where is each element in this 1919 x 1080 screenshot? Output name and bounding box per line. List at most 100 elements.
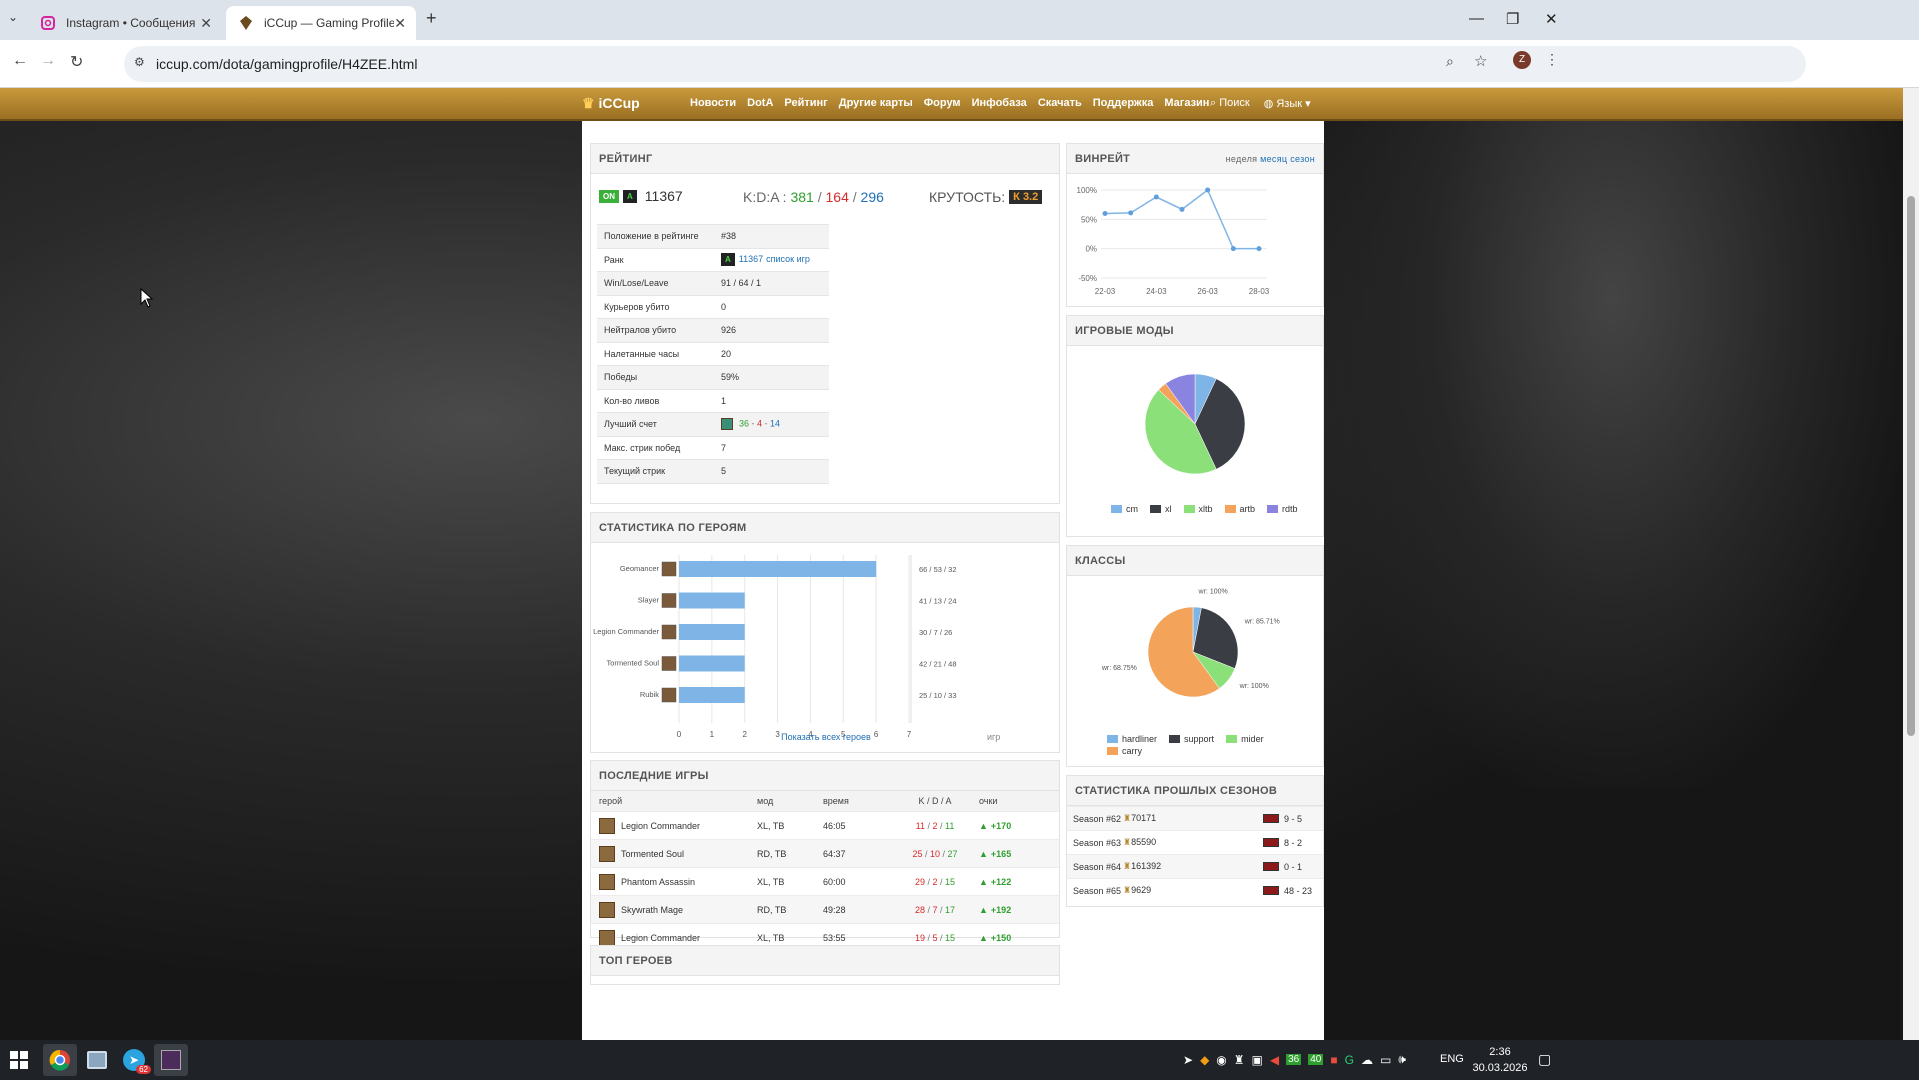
site-nav-item[interactable]: DotA [747,97,773,109]
back-icon[interactable]: ← [12,52,28,70]
season-score: 8 - 2 [1284,837,1303,848]
game-kda: 29 / 2 / 15 [899,877,971,887]
hero-bar-tormented-soul[interactable] [679,655,745,672]
legend-item[interactable]: xl [1150,504,1172,514]
winrate-point[interactable] [1179,206,1185,212]
season-score: 9 - 5 [1284,813,1303,824]
language-indicator[interactable]: ENG [1440,1053,1464,1065]
network-icon[interactable]: ▭ [1380,1053,1391,1067]
period-week[interactable]: неделя [1226,154,1258,164]
tray-app-icon[interactable]: ☁ [1361,1053,1373,1067]
hero-bar-slayer[interactable] [679,592,745,609]
hero-portrait-icon [599,845,615,862]
winrate-y-tick: 50% [1081,215,1097,224]
recent-game-row[interactable]: Legion Commander XL, TB 46:05 11 / 2 / 11 ▲ +… [591,811,1059,839]
recent-game-row[interactable]: Skywrath Mage RD, TB 49:28 28 / 7 / 17 ▲ +192 [591,895,1059,923]
site-nav-item[interactable]: Скачать [1038,97,1082,109]
tray-app-icon[interactable]: ▣ [1252,1053,1263,1067]
tray-temp-icon[interactable]: 40 [1308,1054,1324,1065]
points-value: +192 [990,904,1012,915]
tab-instagram[interactable]: Instagram • Сообщения ✕ [28,6,222,40]
site-search-link[interactable]: ⌕ Поиск [1210,97,1250,110]
winrate-point[interactable] [1102,210,1108,216]
hero-name[interactable]: Legion Commander [621,821,700,831]
close-icon[interactable]: ✕ [200,15,212,32]
tray-app-icon[interactable]: ♜ [1234,1053,1245,1067]
legend-item[interactable]: carry [1107,746,1142,756]
games-list-link[interactable]: список игр [766,254,810,264]
legend-item[interactable]: artb [1224,504,1255,514]
season-score: 0 - 1 [1284,861,1303,872]
notifications-icon[interactable]: ▢ [1538,1051,1551,1068]
close-icon[interactable]: ✕ [394,15,406,32]
winrate-point[interactable] [1256,246,1262,252]
telegram-tray-icon[interactable]: ➤ [1183,1053,1193,1067]
hero-name[interactable]: Tormented Soul [621,849,684,859]
tab-search-button[interactable]: ⌄ [8,10,18,24]
tray-app-icon[interactable]: ■ [1330,1053,1337,1067]
hero-bar-legion-commander[interactable] [679,624,745,640]
language-dropdown[interactable]: ◍ Язык ▾ [1264,97,1311,110]
legend-item[interactable]: hardliner [1107,734,1157,744]
profile-avatar[interactable]: Z [1513,51,1531,69]
hero-portrait-icon [599,873,615,890]
site-nav-item[interactable]: Другие карты [839,97,913,109]
period-season[interactable]: сезон [1290,154,1315,164]
app-taskbar-icon[interactable] [80,1044,114,1076]
show-all-heroes-link[interactable]: Показать всех героев [781,732,871,742]
telegram-taskbar-icon[interactable]: ➤ 62 [117,1044,151,1076]
legend-item[interactable]: rdtb [1267,504,1298,514]
forward-icon[interactable]: → [40,52,56,70]
site-nav-item[interactable]: Инфобаза [972,97,1027,109]
tray-temp-icon[interactable]: 36 [1286,1054,1302,1065]
volume-icon[interactable]: 🕪 [1398,1052,1406,1067]
tray-app-icon[interactable]: G [1345,1053,1354,1067]
tab-iccup[interactable]: iCCup — Gaming Profile / H4ZEE ✕ [226,6,416,40]
col-points: очки [979,796,998,806]
restore-button[interactable]: ❐ [1506,10,1519,28]
kda-kills: 381 [790,189,814,205]
legend-item[interactable]: xltb [1183,504,1213,514]
minimize-button[interactable]: — [1469,10,1484,27]
scrollbar-thumb[interactable] [1907,196,1915,736]
season-rating: ♜85590 [1123,837,1209,848]
legend-swatch [1107,747,1118,755]
site-nav-item[interactable]: Поддержка [1093,97,1154,109]
hero-name[interactable]: Legion Commander [621,933,700,943]
hero-bar-geomancer[interactable] [679,561,877,577]
game-taskbar-icon[interactable] [154,1044,188,1076]
site-nav-item[interactable]: Магазин [1164,97,1209,109]
legend-item[interactable]: cm [1111,504,1138,514]
site-nav-item[interactable]: Рейтинг [784,97,827,109]
reload-icon[interactable]: ↻ [70,52,83,72]
close-window-button[interactable]: ✕ [1545,10,1558,28]
menu-kebab-icon[interactable]: ⋮ [1545,51,1559,68]
legend-item[interactable]: mider [1226,734,1264,744]
url-text: iccup.com/dota/gamingprofile/H4ZEE.html [156,56,418,72]
tray-app-icon[interactable]: ◆ [1200,1053,1209,1067]
new-tab-button[interactable]: + [426,8,437,29]
discord-tray-icon[interactable]: ◉ [1216,1053,1226,1067]
recent-game-row[interactable]: Tormented Soul RD, TB 64:37 25 / 10 / 27 ▲ +1… [591,839,1059,867]
recent-game-row[interactable]: Phantom Assassin XL, TB 60:00 29 / 2 / 15 ▲ +… [591,867,1059,895]
site-info-icon[interactable]: ⚙ [134,55,145,69]
hero-name[interactable]: Skywrath Mage [621,905,683,915]
windows-start-icon[interactable] [10,1051,28,1069]
winrate-point[interactable] [1153,194,1159,200]
tray-app-icon[interactable]: ◀ [1270,1053,1279,1067]
site-nav-item[interactable]: Форум [924,97,961,109]
clock[interactable]: 2:36 30.03.2026 [1470,1044,1530,1076]
winrate-point[interactable] [1128,210,1134,216]
site-logo[interactable]: ♛ iCCup [582,95,640,112]
chrome-taskbar-icon[interactable] [43,1044,77,1076]
zoom-icon[interactable]: ⌕ [1446,53,1454,70]
hero-name[interactable]: Phantom Assassin [621,877,695,887]
site-nav-item[interactable]: Новости [690,97,736,109]
stat-row: Лучший счет 36 - 4 - 14 [597,413,829,437]
winrate-point[interactable] [1230,246,1236,252]
legend-item[interactable]: support [1169,734,1214,744]
period-month[interactable]: месяц [1260,154,1287,164]
hero-bar-rubik[interactable] [679,687,745,703]
winrate-point[interactable] [1205,187,1211,193]
bookmark-star-icon[interactable]: ☆ [1474,52,1487,70]
